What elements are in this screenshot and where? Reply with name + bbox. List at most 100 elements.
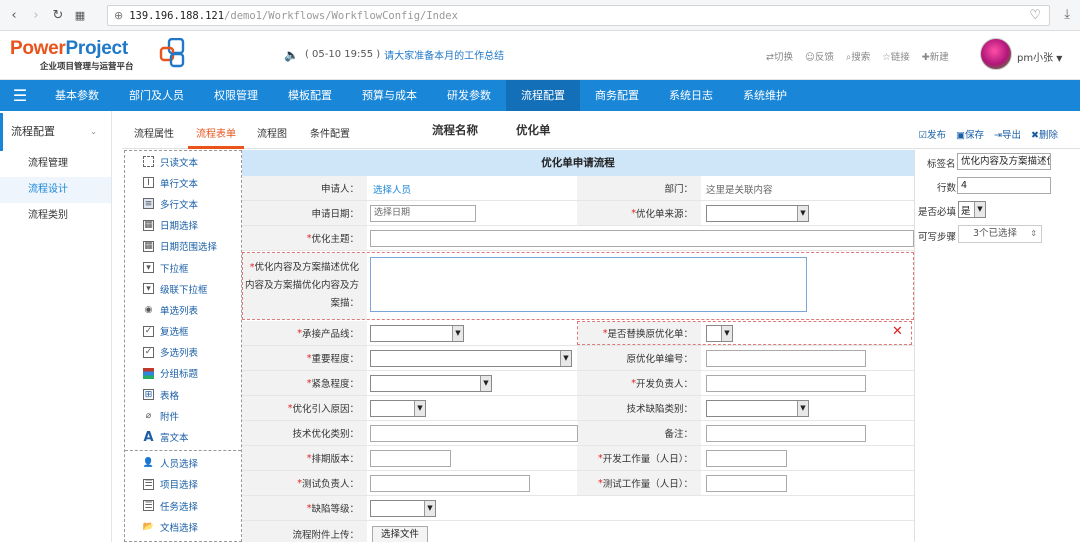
palette-single-line[interactable]: I 单行文本 xyxy=(125,172,241,193)
tabs-bar: 流程属性 流程表单 流程图 条件配置 流程名称 优化单 ☑发布 ▣保存 ⇥导出 … xyxy=(122,111,1080,149)
avatar[interactable] xyxy=(980,38,1012,70)
nav-budget[interactable]: 预算与成本 xyxy=(347,80,432,111)
tag-name-input[interactable]: 优化内容及方案描述优 xyxy=(957,153,1051,170)
tab-conditions[interactable]: 条件配置 xyxy=(310,125,350,140)
version-input[interactable] xyxy=(370,450,451,467)
apply-date-input[interactable]: 选择日期 xyxy=(370,205,476,222)
form-row: * 紧急程度： ▼ * 开发负责人： xyxy=(242,371,914,396)
user-menu[interactable]: pm小张 ▼ xyxy=(1017,49,1062,64)
caret-down-icon: ▼ xyxy=(1056,54,1063,63)
notice-banner[interactable]: 🔈 ( 05-10 19:55 ) 请大家准备本月的工作总结 xyxy=(284,47,504,63)
palette-group-title[interactable]: 分组标题 xyxy=(125,363,241,384)
test-effort-input[interactable] xyxy=(706,475,787,492)
rows-input[interactable]: 4 xyxy=(957,177,1051,194)
favorite-icon[interactable]: ♡ xyxy=(1029,8,1041,23)
tech-type-select[interactable]: ▼ xyxy=(706,400,809,417)
remark-input[interactable] xyxy=(706,425,866,442)
new-button[interactable]: ✚新建 xyxy=(922,49,949,63)
palette-checkbox[interactable]: ✓ 复选框 xyxy=(125,321,241,342)
sidebar-item-flow-design[interactable]: 流程设计 xyxy=(0,177,111,203)
nav-system-log[interactable]: 系统日志 xyxy=(654,80,728,111)
required-select[interactable]: 是 ▼ xyxy=(958,201,986,218)
tab-flow-properties[interactable]: 流程属性 xyxy=(134,125,174,140)
palette-multi-line[interactable]: ≡ 多行文本 xyxy=(125,193,241,214)
nav-system-maintenance[interactable]: 系统维护 xyxy=(728,80,802,111)
menu-icon[interactable]: ☰ xyxy=(0,86,40,105)
switch-button[interactable]: ⇄切换 xyxy=(766,49,793,63)
export-icon: ⇥ xyxy=(994,130,1002,141)
orig-no-label: 原优化单编号： xyxy=(577,346,701,370)
nav-business-config[interactable]: 商务配置 xyxy=(580,80,654,111)
steps-multiselect[interactable]: 3个已选择 ⇕ xyxy=(958,225,1042,243)
form-row: 技术优化类别： 备注： xyxy=(242,421,914,446)
replace-select[interactable]: ▼ xyxy=(706,325,733,342)
flow-name-label: 流程名称 xyxy=(432,123,478,137)
chevron-down-icon: ▼ xyxy=(721,326,732,341)
test-owner-input[interactable] xyxy=(370,475,530,492)
save-button[interactable]: ▣保存 xyxy=(956,127,984,141)
dev-effort-input[interactable] xyxy=(706,450,787,467)
feedback-button[interactable]: ☺反馈 xyxy=(805,49,834,63)
urgency-select[interactable]: ▼ xyxy=(370,375,492,392)
nav-workflow-config[interactable]: 流程配置 xyxy=(506,80,580,111)
palette-doc-select[interactable]: 📂 文档选择 xyxy=(125,516,241,537)
nav-templates[interactable]: 模板配置 xyxy=(273,80,347,111)
dev-owner-input[interactable] xyxy=(706,375,866,392)
palette-table[interactable]: ⊞ 表格 xyxy=(125,384,241,405)
nav-basic-params[interactable]: 基本参数 xyxy=(40,80,114,111)
palette-date-range[interactable]: ▦ 日期范围选择 xyxy=(125,236,241,257)
publish-button[interactable]: ☑发布 xyxy=(918,127,946,141)
reason-select[interactable]: ▼ xyxy=(370,400,426,417)
applicant-label: 申请人： xyxy=(242,176,367,200)
defect-level-select[interactable]: ▼ xyxy=(370,500,436,517)
choose-file-button[interactable]: 选择文件 xyxy=(372,526,429,542)
sidebar-item-flow-category[interactable]: 流程类别 xyxy=(0,203,111,229)
logo[interactable]: PowerProject 企业项目管理与运营平台 xyxy=(10,39,134,73)
nav-departments[interactable]: 部门及人员 xyxy=(114,80,199,111)
tech-opt-input[interactable] xyxy=(370,425,578,442)
search-button[interactable]: ⌕搜索 xyxy=(846,49,870,63)
palette-task-select[interactable]: ☰ 任务选择 xyxy=(125,495,241,516)
chevron-down-icon: ▼ xyxy=(480,376,491,391)
source-select[interactable]: ▼ xyxy=(706,205,809,222)
product-line-select[interactable]: ▼ xyxy=(370,325,464,342)
subject-input[interactable] xyxy=(370,230,914,247)
export-button[interactable]: ⇥导出 xyxy=(994,127,1021,141)
tab-flow-chart[interactable]: 流程图 xyxy=(257,125,287,140)
user-icon: 👤 xyxy=(142,457,155,469)
palette-multi-select[interactable]: ✓ 多选列表 xyxy=(125,342,241,363)
palette-readonly-text[interactable]: 只读文本 xyxy=(125,151,241,172)
palette-cascade-dropdown[interactable]: ▾ 级联下拉框 xyxy=(125,278,241,299)
palette-dropdown[interactable]: ▾ 下拉框 xyxy=(125,257,241,278)
delete-button[interactable]: ✖删除 xyxy=(1031,127,1058,141)
orig-no-input[interactable] xyxy=(706,350,866,367)
back-icon[interactable]: ‹ xyxy=(3,8,25,23)
nav-rd-params[interactable]: 研发参数 xyxy=(432,80,506,111)
palette-user-select[interactable]: 👤 人员选择 xyxy=(125,453,241,474)
palette-radio-list[interactable]: ◉ 单选列表 xyxy=(125,299,241,320)
single-line-icon: I xyxy=(143,177,154,189)
nav-permissions[interactable]: 权限管理 xyxy=(199,80,273,111)
palette-rich-text[interactable]: A 富文本 xyxy=(125,426,241,447)
chevron-down-icon: ▼ xyxy=(797,401,808,416)
address-bar[interactable]: ⊕ 139.196.188.121/demo1/Workflows/Workfl… xyxy=(107,5,1050,26)
link-button[interactable]: ☆链接 xyxy=(882,49,910,63)
importance-select[interactable]: ▼ xyxy=(370,350,572,367)
download-icon[interactable]: ⤓ xyxy=(1064,7,1070,22)
form-canvas: 优化单申请流程 申请人： 选择人员 部门： 这里是关联内容 申请日期： 选择日期… xyxy=(242,150,914,542)
remark-label: 备注： xyxy=(578,421,701,445)
applicant-select-link[interactable]: 选择人员 xyxy=(373,182,411,196)
apply-date-label: 申请日期： xyxy=(242,201,367,225)
tag-name-label: 标签名 xyxy=(927,159,956,170)
apps-grid-icon[interactable]: ▦ xyxy=(69,9,91,22)
palette-project-select[interactable]: ☰ 项目选择 xyxy=(125,474,241,495)
palette-attachment[interactable]: ⌀ 附件 xyxy=(125,405,241,426)
palette-date[interactable]: ▦ 日期选择 xyxy=(125,215,241,236)
forward-icon[interactable]: › xyxy=(25,8,47,23)
desc-textarea[interactable] xyxy=(370,257,807,312)
remove-field-icon[interactable]: ✕ xyxy=(892,324,903,339)
tab-flow-form[interactable]: 流程表单 xyxy=(196,125,236,140)
sidebar-item-flow-management[interactable]: 流程管理 xyxy=(0,151,111,177)
reload-icon[interactable]: ↻ xyxy=(47,8,69,23)
sidebar-section-header[interactable]: 流程配置 ⌄ xyxy=(0,113,111,151)
